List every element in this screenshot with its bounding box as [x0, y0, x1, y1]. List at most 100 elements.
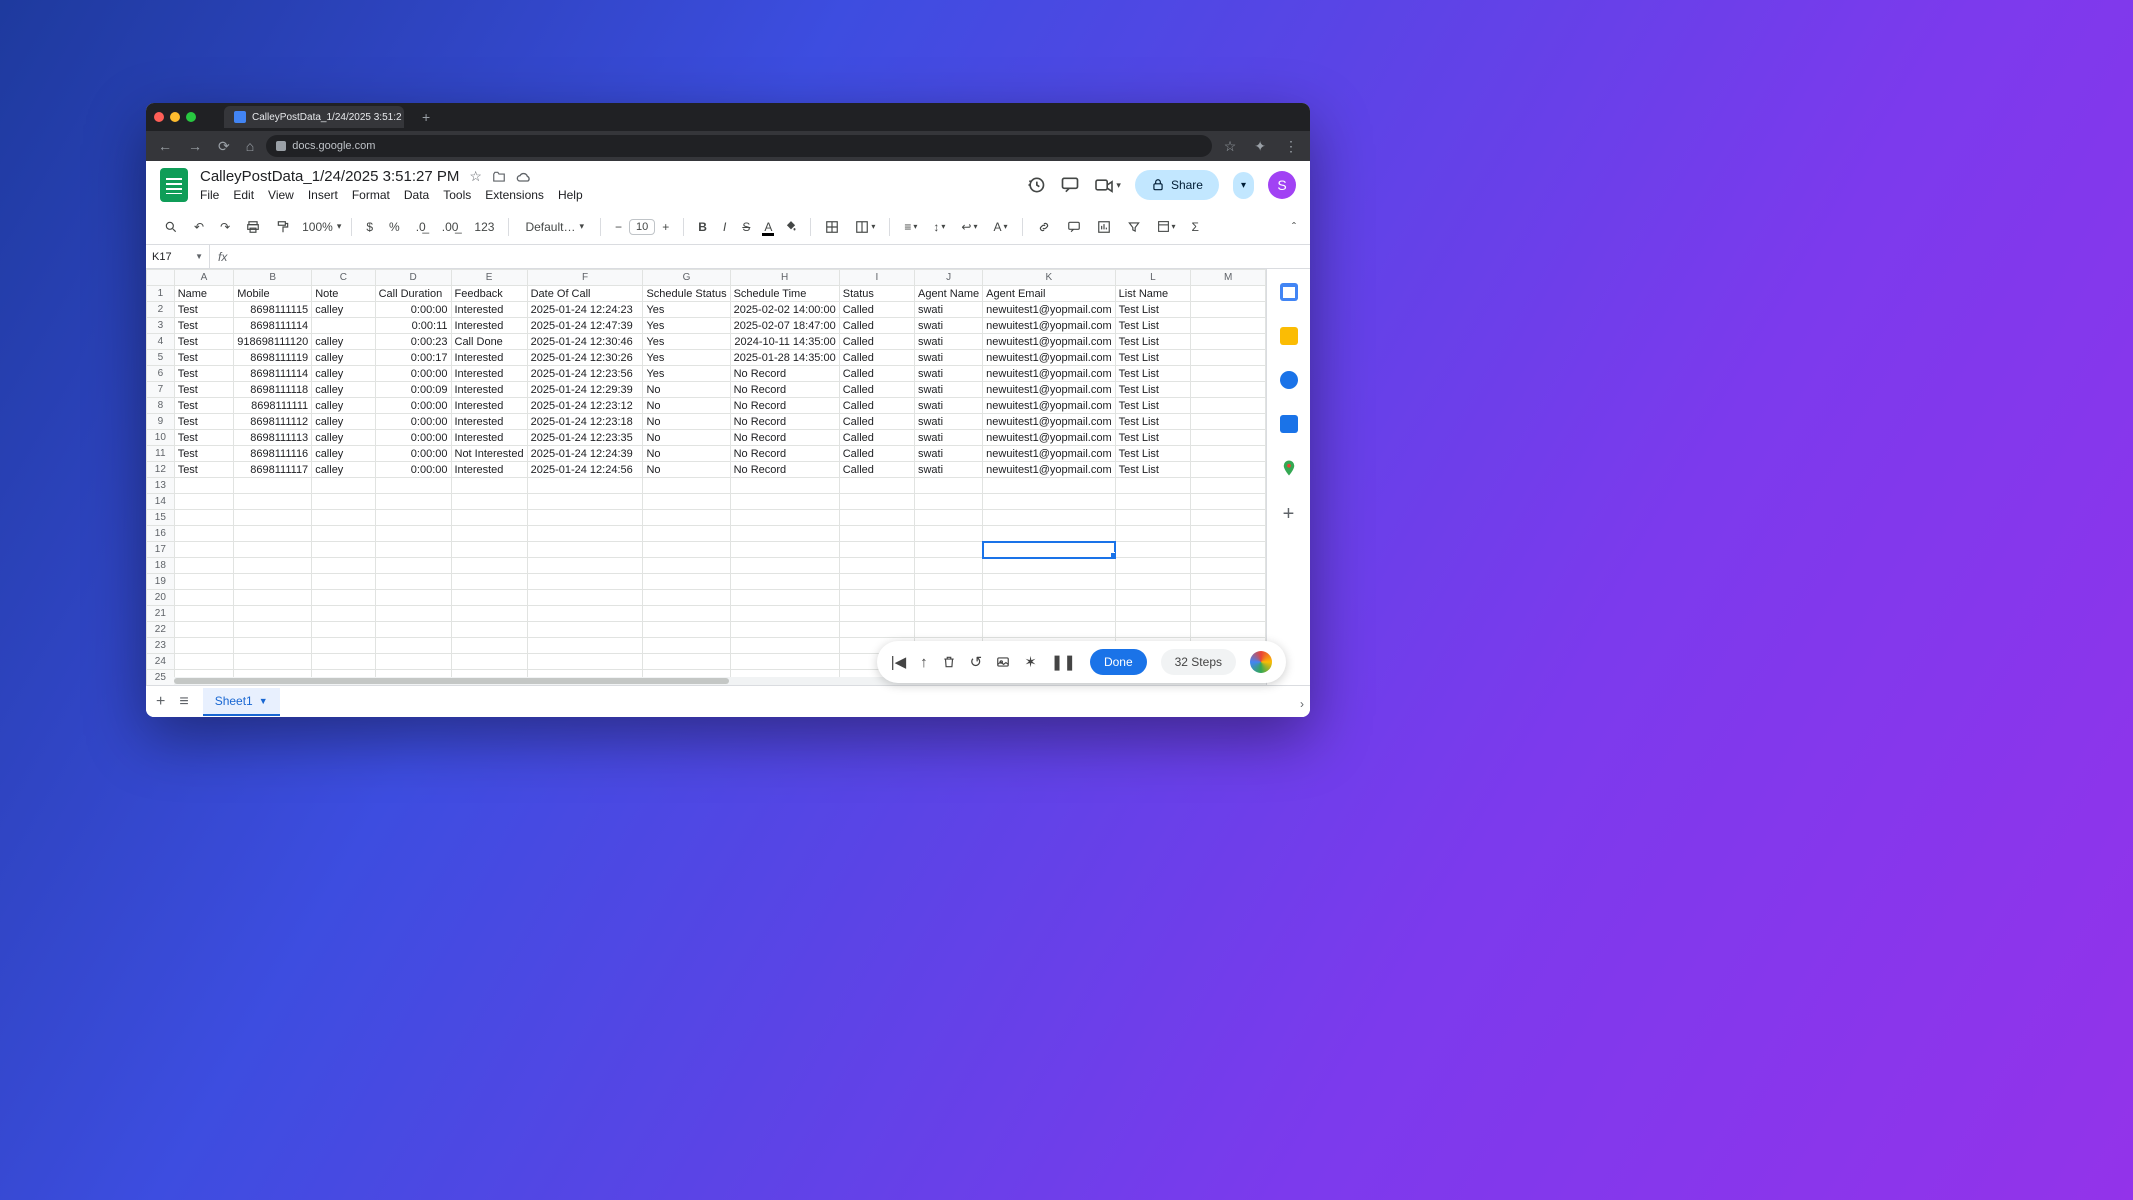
cell[interactable] [234, 558, 312, 574]
cell[interactable]: Called [839, 462, 914, 478]
menu-tools[interactable]: Tools [443, 188, 471, 202]
keep-icon[interactable] [1280, 327, 1298, 345]
text-color-button[interactable]: A [762, 220, 774, 234]
cell[interactable] [1191, 478, 1266, 494]
cell[interactable] [983, 574, 1116, 590]
cell[interactable]: 918698111120 [234, 334, 312, 350]
cell[interactable] [1115, 590, 1191, 606]
redo-button[interactable]: ↷ [216, 218, 234, 236]
cell[interactable] [730, 542, 839, 558]
cell[interactable] [643, 478, 730, 494]
cell[interactable] [527, 574, 643, 590]
cell[interactable] [1115, 526, 1191, 542]
cell[interactable] [839, 590, 914, 606]
cell[interactable] [1191, 574, 1266, 590]
zoom-select[interactable]: 100% ▾ [302, 220, 341, 234]
cell[interactable]: 2025-01-24 12:24:39 [527, 446, 643, 462]
extensions-icon[interactable]: ✦ [1250, 136, 1270, 157]
cell[interactable]: Test List [1115, 446, 1191, 462]
pause-button[interactable]: ❚❚ [1051, 653, 1076, 671]
fill-color-button[interactable] [782, 220, 800, 234]
cell[interactable] [375, 622, 451, 638]
cell[interactable] [983, 606, 1116, 622]
row-header[interactable]: 24 [147, 654, 175, 670]
cell[interactable] [983, 510, 1116, 526]
cell[interactable] [1191, 494, 1266, 510]
cell[interactable] [312, 526, 375, 542]
row-header[interactable]: 25 [147, 670, 175, 686]
cell[interactable] [1191, 302, 1266, 318]
cell[interactable] [914, 478, 982, 494]
cell[interactable] [234, 526, 312, 542]
row-header[interactable]: 23 [147, 638, 175, 654]
cell[interactable]: Test List [1115, 366, 1191, 382]
cell[interactable]: No Record [730, 382, 839, 398]
cell[interactable]: Mobile [234, 286, 312, 302]
cell[interactable] [983, 542, 1116, 558]
cell[interactable] [730, 606, 839, 622]
cell[interactable] [730, 526, 839, 542]
bookmark-star-icon[interactable]: ☆ [1220, 136, 1241, 157]
cell[interactable]: swati [914, 334, 982, 350]
row-header[interactable]: 2 [147, 302, 175, 318]
cell[interactable] [839, 574, 914, 590]
minimize-window-icon[interactable] [170, 112, 180, 122]
steps-counter[interactable]: 32 Steps [1161, 649, 1236, 675]
cell[interactable]: Interested [451, 414, 527, 430]
cell[interactable] [839, 558, 914, 574]
row-header[interactable]: 14 [147, 494, 175, 510]
cell[interactable]: newuitest1@yopmail.com [983, 318, 1116, 334]
back-button[interactable]: ← [154, 136, 176, 156]
cell[interactable]: No Record [730, 398, 839, 414]
cell[interactable] [527, 542, 643, 558]
cell[interactable] [375, 510, 451, 526]
cell[interactable]: 2025-01-24 12:47:39 [527, 318, 643, 334]
tasks-icon[interactable] [1280, 371, 1298, 389]
cell[interactable]: 8698111114 [234, 318, 312, 334]
cell[interactable]: calley [312, 398, 375, 414]
cell[interactable] [527, 654, 643, 670]
cell[interactable] [375, 542, 451, 558]
go-to-start-button[interactable]: |◀ [891, 653, 906, 671]
menu-format[interactable]: Format [352, 188, 390, 202]
cell[interactable]: newuitest1@yopmail.com [983, 334, 1116, 350]
cell[interactable]: No Record [730, 462, 839, 478]
cell[interactable] [1191, 526, 1266, 542]
cell[interactable]: No Record [730, 446, 839, 462]
column-header[interactable]: F [527, 270, 643, 286]
cell[interactable] [174, 622, 234, 638]
cell[interactable]: calley [312, 430, 375, 446]
cell[interactable]: Test List [1115, 430, 1191, 446]
cell[interactable] [234, 654, 312, 670]
contacts-icon[interactable] [1280, 415, 1298, 433]
print-button[interactable] [242, 218, 264, 236]
cell[interactable]: swati [914, 350, 982, 366]
cell[interactable]: Schedule Time [730, 286, 839, 302]
cell[interactable]: Interested [451, 302, 527, 318]
menu-edit[interactable]: Edit [233, 188, 254, 202]
row-header[interactable]: 11 [147, 446, 175, 462]
cell[interactable] [643, 606, 730, 622]
row-header[interactable]: 18 [147, 558, 175, 574]
cell[interactable] [1115, 606, 1191, 622]
cell[interactable] [914, 590, 982, 606]
cell[interactable] [839, 494, 914, 510]
cell[interactable]: swati [914, 302, 982, 318]
cell[interactable]: 0:00:00 [375, 398, 451, 414]
cell[interactable]: swati [914, 414, 982, 430]
cell[interactable]: Called [839, 414, 914, 430]
new-tab-button[interactable]: + [422, 109, 430, 125]
cell[interactable]: No Record [730, 366, 839, 382]
share-dropdown-button[interactable]: ▾ [1233, 172, 1254, 199]
cell[interactable] [1191, 382, 1266, 398]
add-sheet-button[interactable]: + [156, 693, 165, 711]
cell[interactable] [643, 558, 730, 574]
close-window-icon[interactable] [154, 112, 164, 122]
row-header[interactable]: 5 [147, 350, 175, 366]
cell[interactable] [375, 526, 451, 542]
cell[interactable]: 0:00:00 [375, 414, 451, 430]
cell[interactable]: Test [174, 318, 234, 334]
cell[interactable] [1115, 542, 1191, 558]
history-button[interactable] [1026, 175, 1046, 195]
cell[interactable]: newuitest1@yopmail.com [983, 446, 1116, 462]
